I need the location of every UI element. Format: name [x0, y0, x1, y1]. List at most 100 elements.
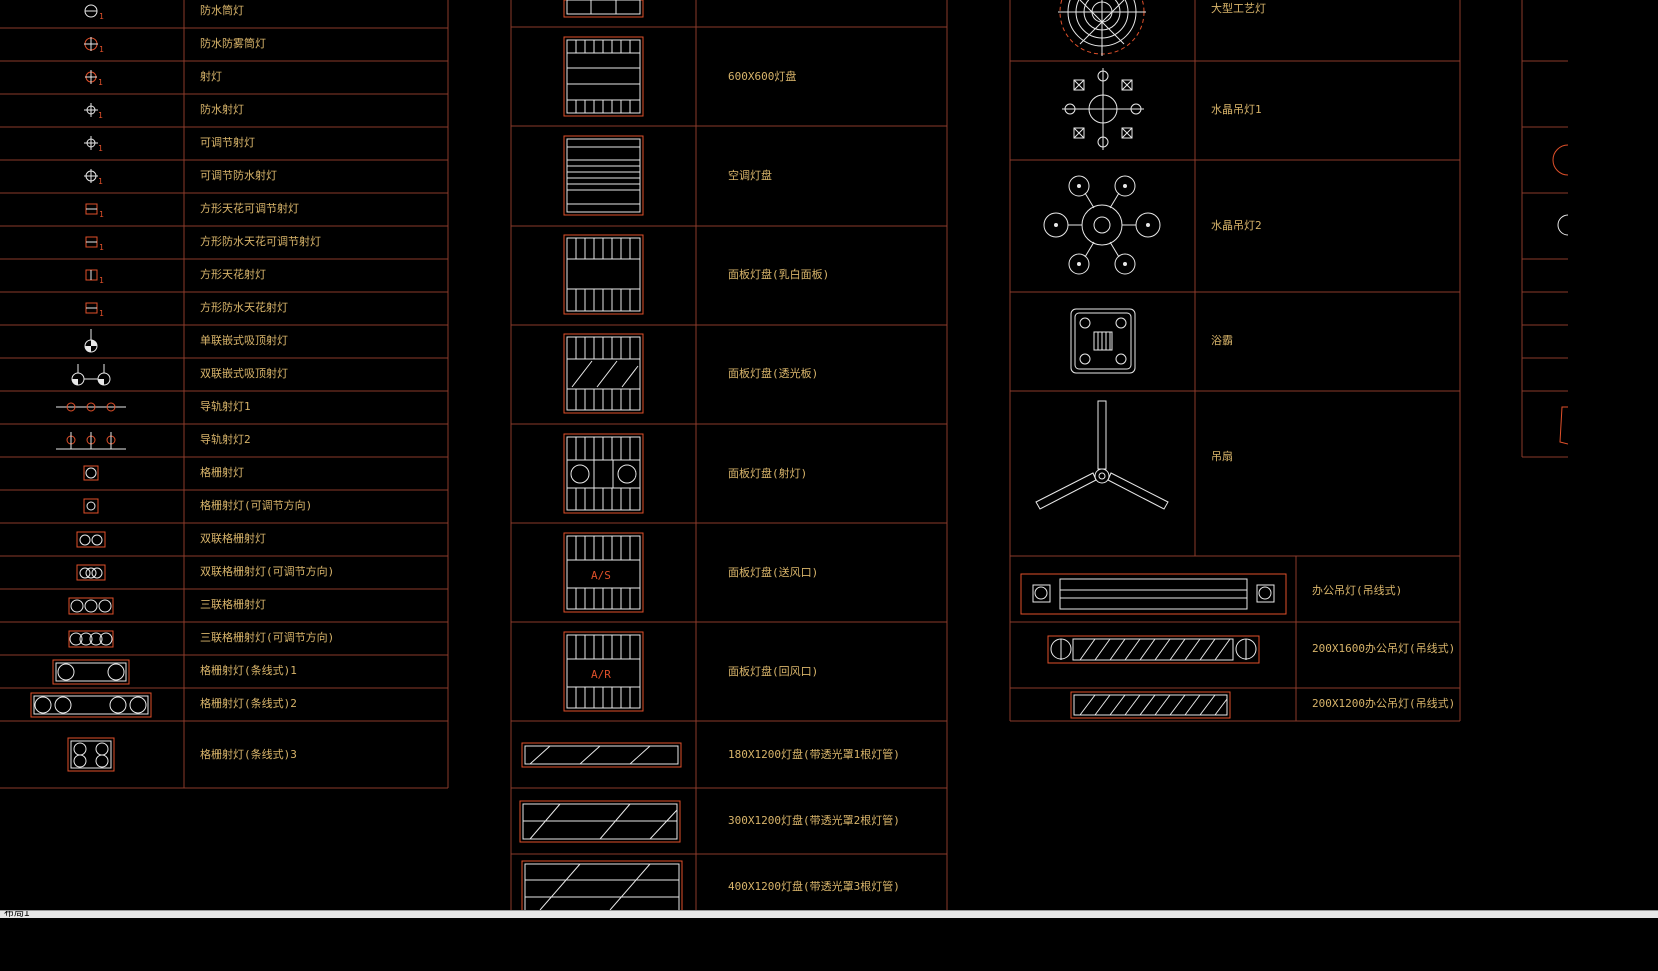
label: 双联格栅射灯: [200, 531, 266, 545]
triple-grille-adj-icon: [68, 630, 114, 648]
label: 防水筒灯: [200, 3, 244, 17]
panel-180x1200-icon: [521, 742, 682, 768]
label: 200X1200办公吊灯(吊线式): [1312, 696, 1455, 710]
office-pendant-icon: [1020, 573, 1287, 615]
label: 浴霸: [1211, 334, 1233, 347]
adjustable-wp-spot-icon: 1: [84, 169, 103, 186]
label: 方形防水天花射灯: [200, 300, 288, 314]
label: 三联格栅射灯(可调节方向): [200, 630, 334, 644]
single-ceiling-spot-icon: [84, 329, 98, 353]
supply-mark: A/S: [591, 569, 611, 582]
col3-labels: 大型工艺灯 水晶吊灯1 水晶吊灯2 浴霸 吊扇 办公吊灯(吊线式) 200X16…: [1211, 1, 1455, 710]
label: 400X1200灯盘(带透光罩3根灯管): [728, 879, 900, 893]
panel-600-icon: [563, 36, 644, 117]
crystal-chandelier-1-icon: [1062, 68, 1144, 150]
label: 吊扇: [1211, 449, 1233, 463]
status-area: [0, 918, 1658, 971]
square-wp-spot-icon: 1: [85, 302, 104, 318]
label: 可调节射灯: [200, 135, 255, 149]
panel-diffuser-icon: [563, 333, 644, 414]
label: 防水防雾筒灯: [200, 36, 266, 50]
label: 180X1200灯盘(带透光罩1根灯管): [728, 747, 900, 761]
label: 200X1600办公吊灯(吊线式): [1312, 641, 1455, 655]
linear-grille-1-icon: [52, 659, 130, 685]
label: 水晶吊灯2: [1211, 219, 1262, 232]
label: 水晶吊灯1: [1211, 103, 1262, 116]
label: 方形防水天花可调节射灯: [200, 234, 321, 248]
label: 600X600灯盘: [728, 69, 796, 83]
label: 格栅射灯: [200, 465, 244, 479]
panel-spot-icon: [563, 433, 644, 514]
label: 面板灯盘(透光板): [728, 366, 818, 380]
label: 方形天花可调节射灯: [200, 201, 299, 215]
linear-grille-3-icon: [67, 737, 115, 772]
panel-opal-icon: [563, 234, 644, 315]
bath-heater-icon: [1070, 308, 1136, 374]
label: 面板灯盘(射灯): [728, 466, 807, 480]
label: 方形天花射灯: [200, 267, 266, 281]
office-pendant-1600-icon: [1047, 635, 1260, 664]
double-grille-spot-icon: [76, 531, 106, 548]
cad-drawing-canvas[interactable]: 1 1 1 1 1 1 1 1 1 1 防水筒灯 防水防雾筒灯 射灯 防水射灯 …: [0, 0, 1568, 910]
label: 格栅射灯(条线式)2: [200, 696, 297, 710]
col2-symbols: A/S A/R: [519, 0, 683, 910]
label: 空调灯盘: [728, 168, 772, 182]
col2-labels: 600X600灯盘 空调灯盘 面板灯盘(乳白面板) 面板灯盘(透光板) 面板灯盘…: [728, 69, 900, 893]
svg-text:1: 1: [98, 177, 103, 186]
panel-return-icon: A/R: [563, 631, 644, 712]
triple-grille-spot-icon: [68, 597, 114, 615]
grille-spot-adj-icon: [83, 498, 99, 514]
svg-text:1: 1: [99, 309, 104, 318]
label: 300X1200灯盘(带透光罩2根灯管): [728, 813, 900, 827]
double-ceiling-spot-icon: [71, 364, 111, 386]
svg-text:1: 1: [99, 45, 104, 54]
spotlight-icon: 1: [85, 70, 103, 87]
label: 射灯: [200, 69, 222, 83]
label: 可调节防水射灯: [200, 168, 277, 182]
adjustable-spot-icon: 1: [84, 136, 103, 153]
label: 导轨射灯2: [200, 432, 251, 446]
return-mark: A/R: [591, 668, 611, 681]
label: 三联格栅射灯: [200, 597, 266, 611]
downlight-icon: 1: [84, 4, 104, 21]
office-pendant-1200-icon: [1070, 691, 1231, 719]
track-spot-2-icon: [56, 432, 126, 450]
svg-text:1: 1: [99, 210, 104, 219]
label: 双联格栅射灯(可调节方向): [200, 564, 334, 578]
svg-text:1: 1: [98, 111, 103, 120]
label: 格栅射灯(条线式)3: [200, 747, 297, 761]
square-wp-ceiling-spot-icon: 1: [85, 236, 104, 252]
label: 格栅射灯(条线式)1: [200, 663, 297, 677]
svg-text:1: 1: [99, 12, 104, 21]
label: 双联嵌式吸顶射灯: [200, 366, 288, 380]
ceiling-fan-icon: [1035, 400, 1169, 510]
svg-text:1: 1: [98, 144, 103, 153]
square-spot-icon: 1: [85, 269, 104, 285]
label: 面板灯盘(乳白面板): [728, 267, 829, 281]
label: 格栅射灯(可调节方向): [200, 498, 312, 512]
panel-top-partial-icon: [563, 0, 644, 18]
label: 面板灯盘(回风口): [728, 664, 818, 678]
ac-panel-icon: [563, 135, 644, 216]
panel-supply-icon: A/S: [563, 532, 644, 613]
large-feature-light-icon: [1058, 0, 1146, 56]
svg-text:1: 1: [99, 243, 104, 252]
svg-text:1: 1: [98, 78, 103, 87]
square-ceiling-spot-icon: 1: [85, 203, 104, 219]
legend-table-4-partial: [1521, 0, 1568, 458]
col1-symbols: 1 1 1 1 1 1 1 1 1 1: [30, 4, 152, 772]
label: 大型工艺灯: [1211, 1, 1266, 15]
panel-300x1200-icon: [519, 800, 681, 843]
svg-text:1: 1: [99, 276, 104, 285]
linear-grille-2-icon: [30, 692, 152, 718]
grille-spot-icon: [83, 465, 99, 481]
label: 导轨射灯1: [200, 399, 251, 413]
crystal-chandelier-2-icon: [1043, 175, 1161, 275]
col1-labels: 防水筒灯 防水防雾筒灯 射灯 防水射灯 可调节射灯 可调节防水射灯 方形天花可调…: [200, 3, 334, 761]
track-spot-1-icon: [56, 402, 126, 412]
label: 防水射灯: [200, 102, 244, 116]
panel-400x1200-icon: [521, 860, 683, 910]
waterproof-spot-icon: 1: [84, 103, 103, 120]
label: 单联嵌式吸顶射灯: [200, 333, 288, 347]
label: 面板灯盘(送风口): [728, 565, 818, 579]
